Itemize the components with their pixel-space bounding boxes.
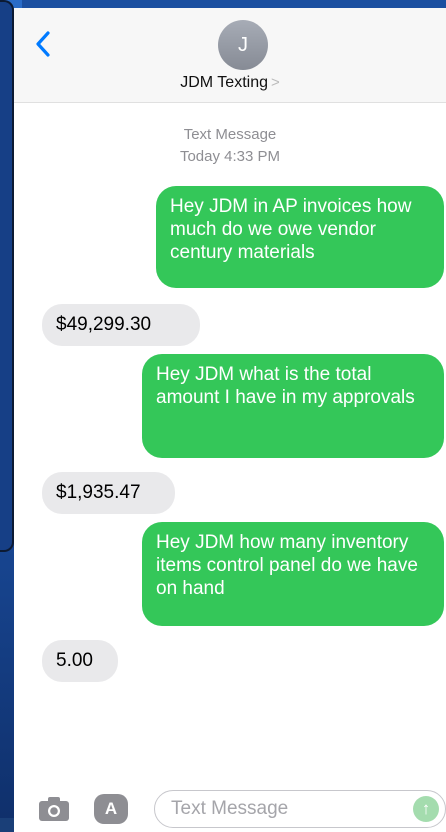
chevron-right-icon: > [270, 74, 280, 91]
thread-service-label: Text Message [183, 126, 277, 143]
message-input[interactable] [171, 797, 391, 821]
camera-icon[interactable] [38, 795, 70, 823]
message-incoming[interactable]: $1,935.47 [42, 472, 175, 514]
back-chevron-icon[interactable] [34, 30, 54, 58]
send-arrow-icon[interactable]: ↑ [413, 796, 439, 822]
conversation-header: J JDM Texting > [14, 8, 446, 103]
contact-name-button[interactable]: JDM Texting > [14, 74, 446, 92]
message-composer: A ↑ [14, 790, 446, 832]
messages-app: J JDM Texting > Text Message Today 4:33 P… [14, 8, 446, 832]
app-store-icon[interactable]: A [94, 794, 128, 824]
thread-timestamp: Today 4:33 PM [179, 148, 281, 165]
background-window-edge [0, 0, 14, 552]
message-incoming[interactable]: 5.00 [42, 640, 118, 682]
message-outgoing[interactable]: Hey JDM what is the total amount I have … [142, 354, 444, 458]
contact-name: JDM Texting [180, 74, 268, 91]
message-incoming[interactable]: $49,299.30 [42, 304, 200, 346]
contact-avatar[interactable]: J [218, 20, 268, 70]
message-outgoing[interactable]: Hey JDM how many inventory items control… [142, 522, 444, 626]
message-input-field[interactable]: ↑ [154, 790, 446, 828]
message-outgoing[interactable]: Hey JDM in AP invoices how much do we ow… [156, 186, 444, 288]
